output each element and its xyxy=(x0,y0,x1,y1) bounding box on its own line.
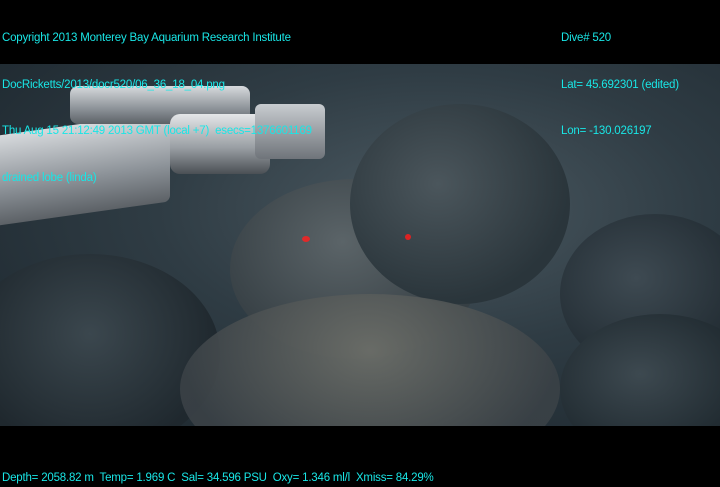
red-laser-dot xyxy=(405,234,411,240)
copyright-text: Copyright 2013 Monterey Bay Aquarium Res… xyxy=(2,32,291,44)
timestamp-text: Thu Aug 15 21:12:49 2013 GMT (local +7) … xyxy=(2,125,312,137)
rock xyxy=(350,104,570,304)
file-path-text: DocRicketts/2013/docr520/06_36_18_04.png xyxy=(2,78,225,91)
latitude-text: Lat= 45.692301 (edited) xyxy=(561,78,679,91)
header-right: Dive# 520 Lat= 45.692301 (edited) Lon= -… xyxy=(561,0,679,155)
longitude-text: Lon= -130.026197 xyxy=(561,125,652,137)
sediment-cloud xyxy=(180,294,560,426)
annotation-text: drained lobe (linda) xyxy=(2,171,97,184)
header-left: Copyright 2013 Monterey Bay Aquarium Res… xyxy=(2,0,312,202)
red-laser-dot xyxy=(302,236,310,242)
footer-sensors: Depth= 2058.82 m Temp= 1.969 C Sal= 34.5… xyxy=(2,472,434,484)
dive-number-text: Dive# 520 xyxy=(561,32,611,44)
